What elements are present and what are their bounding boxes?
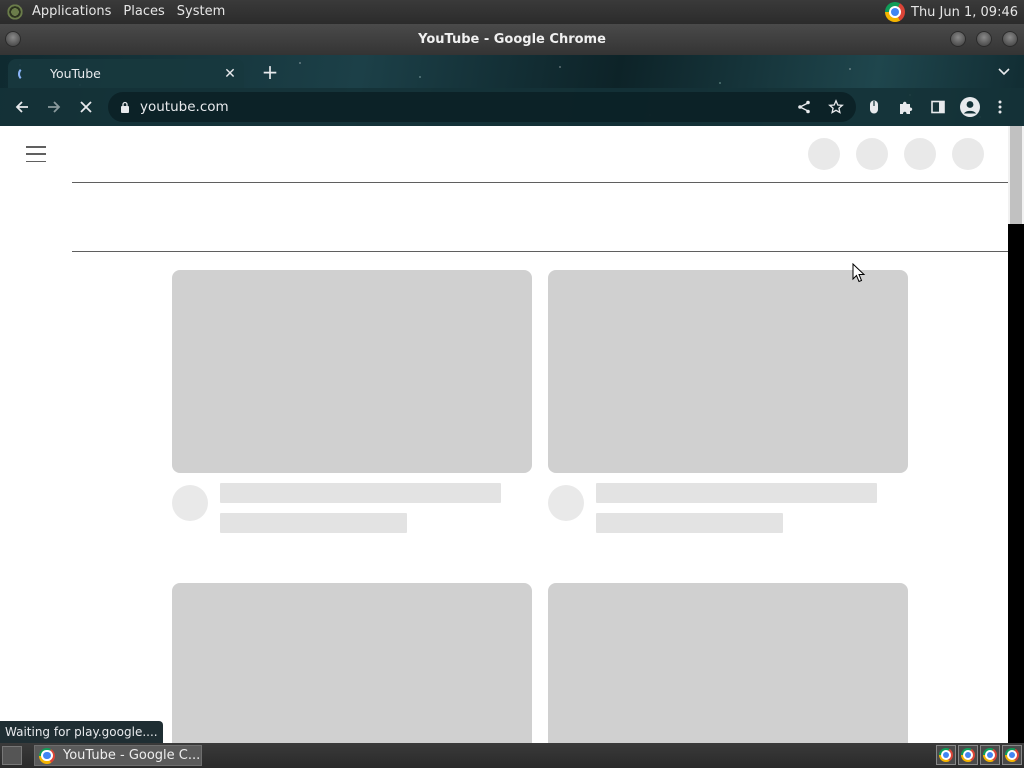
chrome-icon (983, 748, 997, 762)
account-icon (960, 97, 980, 117)
panel-tray: Thu Jun 1, 09:46 (885, 2, 1024, 22)
url-text[interactable]: youtube.com (140, 99, 229, 115)
window-titlebar[interactable]: YouTube - Google Chrome (0, 24, 1024, 55)
taskbar-window-label: YouTube - Google C... (63, 748, 201, 763)
close-icon (80, 101, 92, 113)
header-divider (72, 182, 1008, 183)
page-scrollbar[interactable] (1008, 126, 1024, 743)
skeleton-channel-avatar (548, 485, 584, 521)
stop-loading-button[interactable] (72, 93, 100, 121)
chips-divider (72, 251, 1008, 252)
loading-spinner-icon (18, 66, 32, 81)
mouse-extension-button[interactable] (860, 93, 888, 121)
lock-icon[interactable] (120, 101, 130, 113)
bookmark-button[interactable] (822, 93, 850, 121)
close-window-icon[interactable] (1002, 31, 1018, 47)
places-menu[interactable]: Places (117, 0, 170, 24)
distro-logo-icon[interactable] (6, 3, 24, 21)
browser-toolbar: youtube.com (0, 88, 1024, 126)
profile-button[interactable] (956, 93, 984, 121)
window-menu-icon[interactable] (5, 31, 21, 47)
tab-title: YouTube (50, 66, 101, 81)
tab-search-chevron-icon[interactable] (996, 63, 1012, 79)
skeleton-video-thumbnail (172, 270, 532, 473)
applications-menu[interactable]: Applications (26, 0, 117, 24)
skeleton-title-line (596, 483, 877, 503)
address-bar[interactable]: youtube.com (108, 92, 856, 122)
tab-close-button[interactable]: ✕ (222, 66, 238, 82)
back-button[interactable] (8, 93, 36, 121)
skeleton-header-button (952, 138, 984, 170)
mouse-icon (870, 100, 878, 114)
puzzle-icon (900, 101, 913, 114)
skeleton-meta-line (220, 513, 407, 533)
skeleton-channel-avatar (172, 485, 208, 521)
toolbar-actions (860, 93, 1014, 121)
side-panel-button[interactable] (924, 93, 952, 121)
panel-menu-bar: Applications Places System (0, 0, 231, 24)
chrome-menu-button[interactable] (986, 93, 1014, 121)
skeleton-meta-line (596, 513, 783, 533)
skeleton-video-thumbnail (548, 270, 908, 473)
window-title: YouTube - Google Chrome (418, 32, 606, 47)
skeleton-title-line (220, 483, 501, 503)
scrollbar-track[interactable] (1008, 224, 1024, 743)
mouse-pointer-icon (852, 263, 866, 283)
workspace-1[interactable] (936, 745, 956, 765)
chrome-icon (961, 748, 975, 762)
kebab-icon (998, 100, 1002, 114)
share-icon (798, 100, 810, 114)
tab-youtube[interactable]: YouTube ✕ (8, 59, 244, 88)
skeleton-header-button (904, 138, 936, 170)
browser-frame: YouTube ✕ + youtube.com (0, 55, 1024, 126)
chrome-launcher-icon[interactable] (885, 2, 905, 22)
panel-clock[interactable]: Thu Jun 1, 09:46 (911, 5, 1018, 20)
omnibox-actions (790, 92, 850, 122)
tab-strip: YouTube ✕ + (0, 55, 1024, 88)
chrome-icon (1005, 748, 1019, 762)
skeleton-header-button (808, 138, 840, 170)
minimize-window-icon[interactable] (950, 31, 966, 47)
status-bubble: Waiting for play.google.... (0, 721, 163, 743)
extensions-button[interactable] (892, 93, 920, 121)
maximize-window-icon[interactable] (976, 31, 992, 47)
new-tab-button[interactable]: + (258, 61, 282, 83)
chrome-icon (39, 747, 55, 764)
arrow-left-icon (15, 101, 28, 113)
workspace-switcher (934, 745, 1022, 765)
chrome-icon (939, 748, 953, 762)
arrow-right-icon (48, 101, 61, 113)
scrollbar-thumb[interactable] (1010, 126, 1022, 224)
guide-menu-icon[interactable] (26, 146, 46, 162)
star-icon (828, 99, 844, 114)
forward-button[interactable] (40, 93, 68, 121)
workspace-2[interactable] (958, 745, 978, 765)
taskbar-window-button[interactable]: YouTube - Google C... (34, 745, 202, 766)
page-viewport[interactable] (0, 126, 1008, 743)
skeleton-video-thumbnail (548, 583, 908, 743)
workspace-3[interactable] (980, 745, 1000, 765)
system-menu[interactable]: System (171, 0, 231, 24)
skeleton-video-thumbnail (172, 583, 532, 743)
show-desktop-button[interactable] (2, 746, 22, 765)
skeleton-header-button (856, 138, 888, 170)
workspace-4[interactable] (1002, 745, 1022, 765)
side-panel-icon (931, 100, 945, 114)
desktop-top-panel: Applications Places System Thu Jun 1, 09… (0, 0, 1024, 24)
share-button[interactable] (790, 93, 818, 121)
desktop-taskbar: YouTube - Google C... (0, 743, 1024, 768)
